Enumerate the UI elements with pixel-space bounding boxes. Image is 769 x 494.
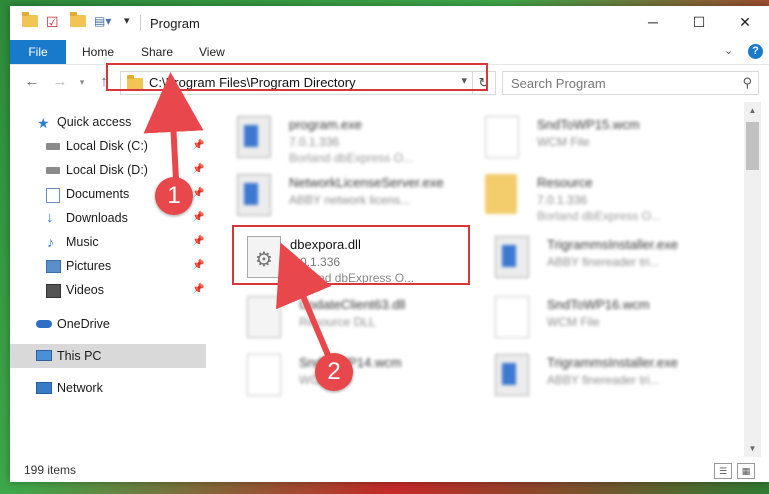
annotation-arrows	[143, 72, 333, 362]
step-badge-1: 1	[155, 177, 193, 215]
arrow-to-address	[143, 72, 204, 181]
arrow-to-file	[276, 242, 333, 362]
step-badge-2: 2	[315, 353, 353, 391]
